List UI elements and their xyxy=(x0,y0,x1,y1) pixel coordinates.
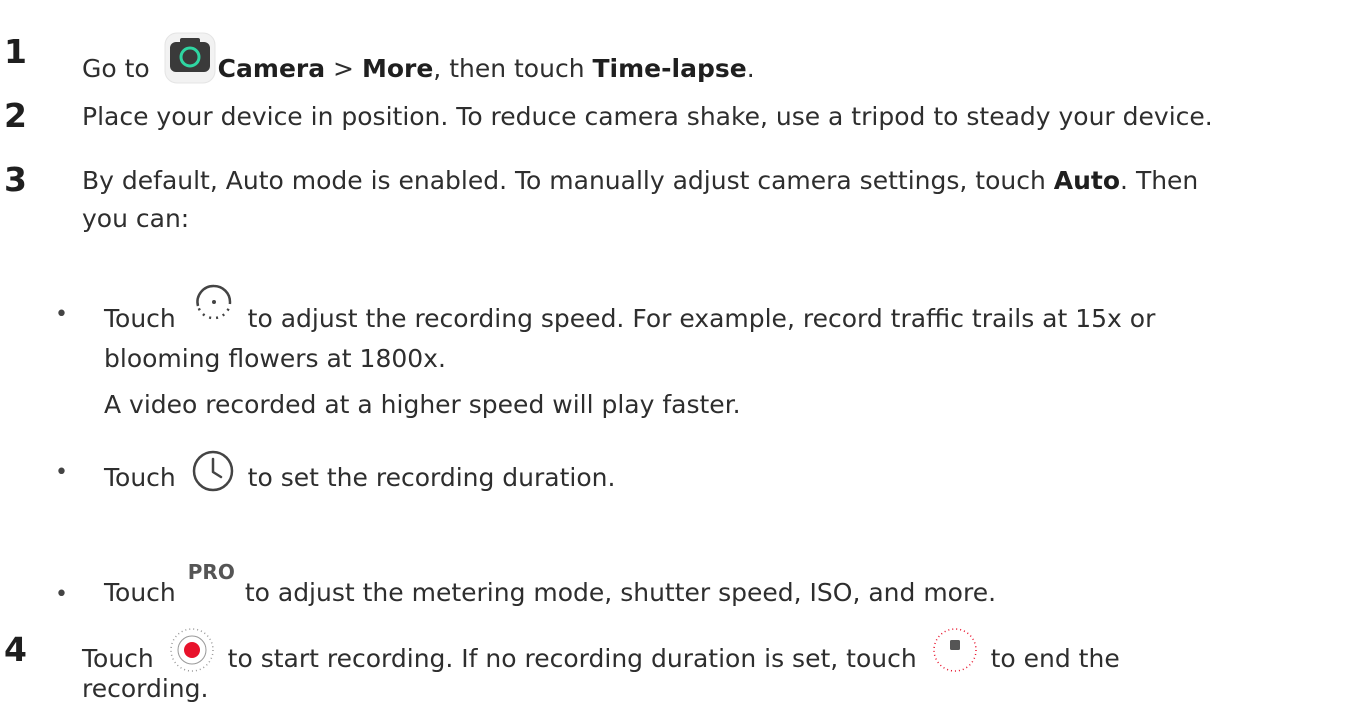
step-number: 2 xyxy=(4,96,27,135)
bullet-text-line2: blooming flowers at 1800x. xyxy=(104,344,446,373)
step-number: 1 xyxy=(4,32,27,71)
bullet-text-line1: Touch to adjust the recording speed. For… xyxy=(104,284,1155,342)
bullet-marker: • xyxy=(55,460,68,485)
step-text-line2: recording. xyxy=(82,674,209,703)
step-text-line1: Touch to start recording. If no recordin… xyxy=(82,628,1120,684)
step-text-line1: By default, Auto mode is enabled. To man… xyxy=(82,166,1199,195)
step-text-line2: you can: xyxy=(82,204,190,233)
step-4: 4 Touch to start recording. If no record… xyxy=(0,612,1370,722)
record-icon xyxy=(168,626,216,674)
bullet-text-line3: A video recorded at a higher speed will … xyxy=(104,390,741,419)
bullet-recording-duration: • Touch to set the recording duration. xyxy=(0,440,1370,500)
step-number: 4 xyxy=(4,630,27,669)
pro-icon: PRO xyxy=(187,560,235,584)
stop-icon xyxy=(931,626,979,674)
bullet-marker: • xyxy=(55,302,68,327)
step-text: Go to Camera > More, then touch Time-lap… xyxy=(82,32,755,96)
bullet-text-line1: TouchPROto adjust the metering mode, shu… xyxy=(104,560,997,607)
bullet-recording-speed: • Touch to adjust the recording speed. F… xyxy=(0,262,1370,419)
camera-app-icon xyxy=(164,32,216,84)
recording-speed-icon xyxy=(192,280,236,324)
bullet-text-line1: Touch to set the recording duration. xyxy=(104,450,615,502)
clock-icon xyxy=(190,448,236,494)
step-text: Place your device in position. To reduce… xyxy=(82,102,1213,131)
bullet-pro-settings: • TouchPROto adjust the metering mode, s… xyxy=(0,530,1370,607)
step-number: 3 xyxy=(4,160,27,199)
bullet-marker: • xyxy=(55,582,68,607)
